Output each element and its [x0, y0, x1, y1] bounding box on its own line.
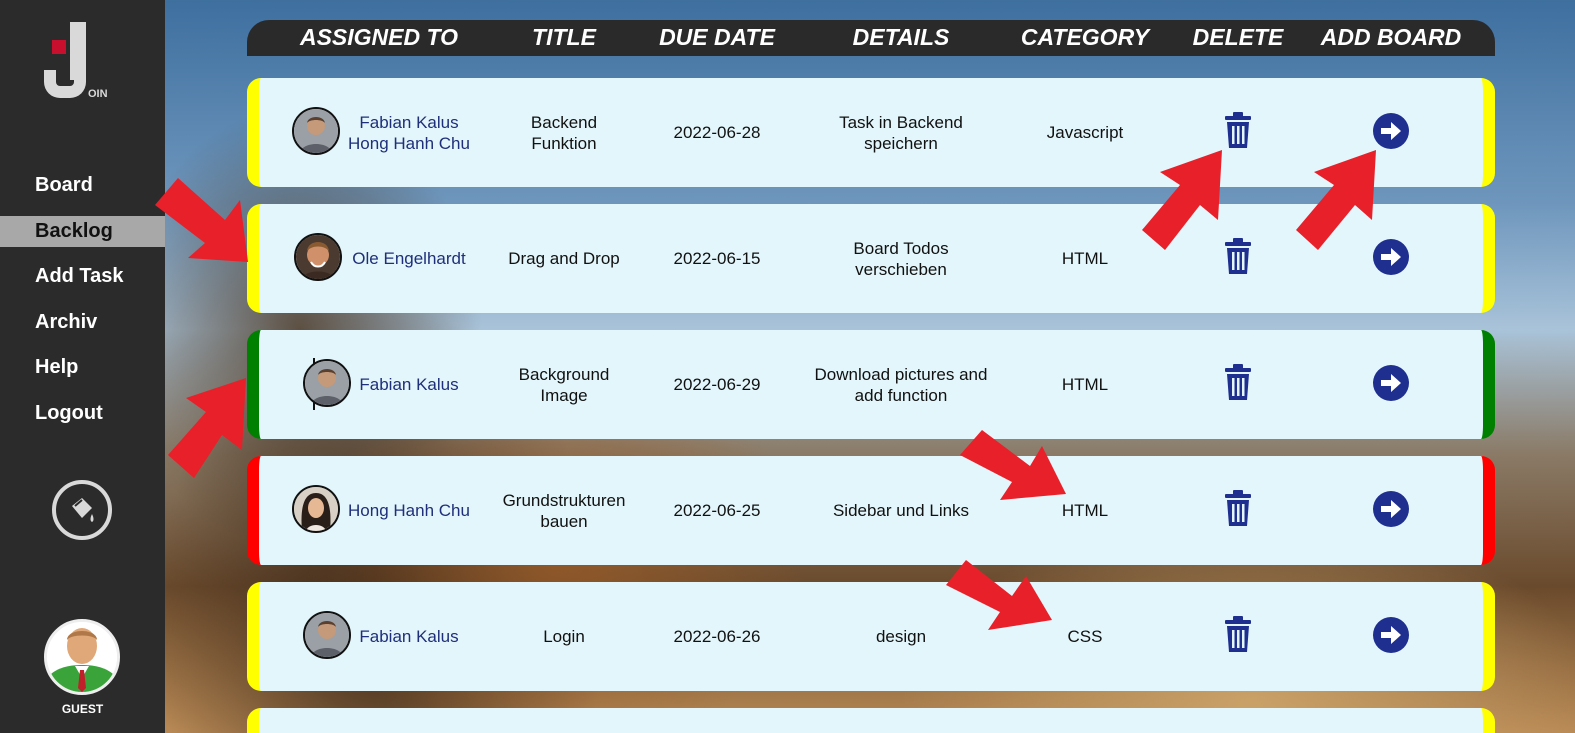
annotation-arrow [155, 178, 248, 262]
annotation-arrow [168, 378, 246, 478]
annotation-arrow [1142, 150, 1222, 250]
annotation-arrows-layer [155, 150, 1376, 630]
annotation-arrow [946, 560, 1052, 630]
annotation-arrow [1296, 150, 1376, 250]
annotation-arrow [960, 430, 1066, 500]
